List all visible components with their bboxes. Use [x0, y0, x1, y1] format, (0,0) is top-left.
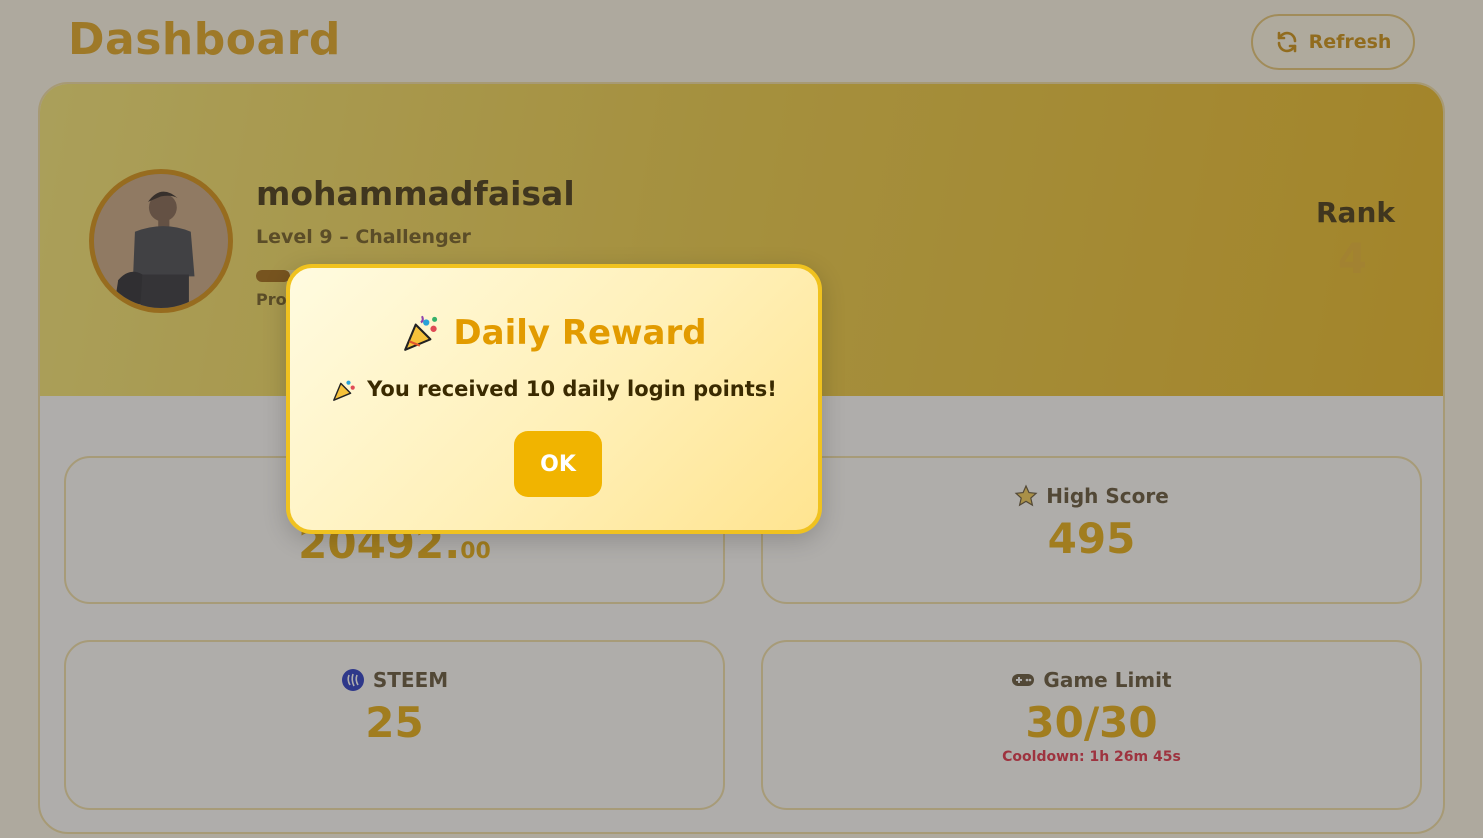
modal-message: You received 10 daily login points! — [367, 377, 777, 401]
daily-reward-modal: Daily Reward You received 10 daily login… — [286, 264, 822, 534]
party-popper-small-icon — [331, 375, 359, 403]
ok-button[interactable]: OK — [514, 431, 602, 497]
modal-title: Daily Reward — [453, 313, 707, 353]
modal-title-row: Daily Reward — [290, 312, 818, 354]
party-popper-icon — [401, 312, 443, 354]
modal-message-row: You received 10 daily login points! — [290, 375, 818, 403]
